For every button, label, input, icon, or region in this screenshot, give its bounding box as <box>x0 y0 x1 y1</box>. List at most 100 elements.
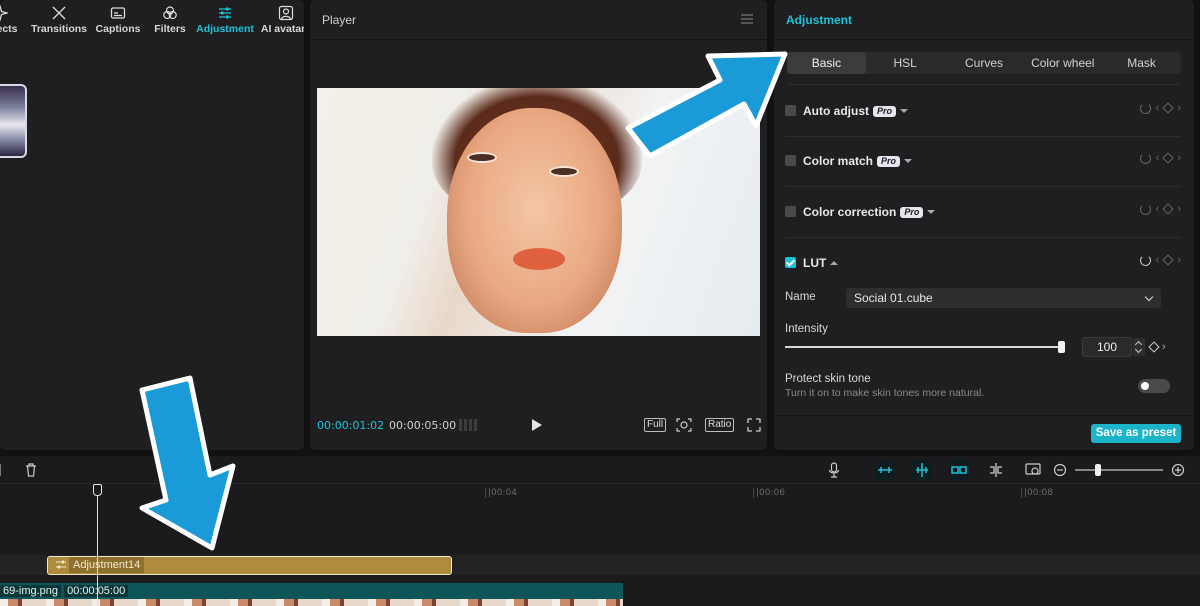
video-preview <box>317 88 760 336</box>
next-keyframe-icon[interactable]: › <box>1177 152 1181 164</box>
keyframe-icon[interactable] <box>1162 102 1174 114</box>
play-button[interactable] <box>532 419 542 431</box>
lut-name-label: Name <box>785 291 816 303</box>
color-correction-label[interactable]: Color correction Pro <box>803 205 936 219</box>
prev-keyframe-icon[interactable]: ‹ <box>1156 152 1160 164</box>
tab-mask[interactable]: Mask <box>1102 52 1181 74</box>
captions-icon <box>110 7 126 19</box>
color-match-row: Color match Pro ‹ › <box>785 137 1181 187</box>
keyframe-icon[interactable] <box>1148 341 1160 353</box>
adjustment-header: Adjustment <box>774 0 1194 40</box>
reset-icon[interactable] <box>1139 102 1151 114</box>
adjustment-preset-thumbnail[interactable] <box>0 84 27 158</box>
player-header: Player <box>310 0 767 40</box>
fullscreen-icon[interactable] <box>747 418 761 432</box>
tab-hsl[interactable]: HSL <box>866 52 945 74</box>
crop-icon[interactable] <box>676 418 692 432</box>
sparkle-icon <box>0 5 8 21</box>
adjustment-tabs: Basic HSL Curves Color wheel Mask <box>787 52 1181 74</box>
ratio-button[interactable]: Ratio <box>705 418 735 432</box>
tab-curves[interactable]: Curves <box>945 52 1024 74</box>
tab-transitions[interactable]: Transitions <box>28 0 90 40</box>
auto-adjust-checkbox[interactable] <box>785 105 796 116</box>
adjustment-clip-label: Adjustment14 <box>69 557 145 573</box>
keyframe-icon[interactable] <box>1162 254 1174 266</box>
keyframe-icon[interactable] <box>1162 203 1174 215</box>
protect-skin-tone-toggle[interactable] <box>1138 379 1170 393</box>
color-correction-checkbox[interactable] <box>785 206 796 217</box>
microphone-icon[interactable] <box>824 460 844 480</box>
chevron-down-icon <box>904 159 913 163</box>
video-clip-thumbnails <box>0 599 623 606</box>
filters-icon <box>163 6 177 20</box>
menu-icon[interactable] <box>741 14 753 24</box>
time-ruler[interactable]: |00:04 |00:06 |00:08 <box>0 484 1200 504</box>
asset-toolbar: Effects Transitions Captions Filters Adj… <box>0 0 304 40</box>
color-match-checkbox[interactable] <box>785 155 796 166</box>
lut-checkbox[interactable] <box>785 257 796 268</box>
zoom-in-icon[interactable] <box>1168 460 1188 480</box>
tab-ai-avatars[interactable]: AI avatars <box>256 0 304 40</box>
delete-icon[interactable] <box>21 460 41 480</box>
reset-icon[interactable] <box>1139 152 1151 164</box>
intensity-keyframe-controls: › <box>1148 341 1166 353</box>
intensity-input[interactable]: 100 <box>1082 337 1132 357</box>
zoom-slider[interactable] <box>1075 469 1163 471</box>
tab-color-wheel[interactable]: Color wheel <box>1023 52 1102 74</box>
tab-transitions-label: Transitions <box>30 23 87 35</box>
chevron-down-icon <box>900 109 909 113</box>
tab-filters[interactable]: Filters <box>146 0 194 40</box>
tab-adjustment[interactable]: Adjustment <box>194 0 256 40</box>
next-keyframe-icon[interactable]: › <box>1177 102 1181 114</box>
lut-name-select[interactable]: Social 01.cube <box>846 288 1161 308</box>
link-clips-icon[interactable] <box>949 460 969 480</box>
main-track-magnet-icon[interactable] <box>875 460 895 480</box>
full-quality-button[interactable]: Full <box>644 418 667 432</box>
playhead-handle[interactable] <box>93 484 102 496</box>
color-match-label[interactable]: Color match Pro <box>803 154 913 168</box>
intensity-slider[interactable] <box>785 346 1062 348</box>
zoom-out-icon[interactable] <box>1050 460 1070 480</box>
next-keyframe-icon[interactable]: › <box>1162 341 1166 353</box>
tab-basic[interactable]: Basic <box>787 52 866 74</box>
keyframe-controls: ‹ › <box>1139 102 1181 114</box>
tab-captions[interactable]: Captions <box>90 0 146 40</box>
keyframe-icon[interactable] <box>1162 152 1174 164</box>
waveform-icon <box>459 419 479 431</box>
auto-snap-icon[interactable] <box>912 460 932 480</box>
timeline-toolbar <box>0 456 1200 484</box>
playhead-line <box>97 496 98 606</box>
prev-keyframe-icon[interactable]: ‹ <box>1156 102 1160 114</box>
left-media-panel: Effects Transitions Captions Filters Adj… <box>0 0 304 450</box>
auto-adjust-label[interactable]: Auto adjust Pro <box>803 104 909 118</box>
adjustment-footer-divider <box>774 415 1194 416</box>
avatar-icon <box>278 5 294 21</box>
keyframe-controls: ‹ › <box>1139 152 1181 164</box>
tab-effects[interactable]: Effects <box>0 0 28 40</box>
preview-axis-icon[interactable] <box>986 460 1006 480</box>
tick-00-08: |00:08 <box>1021 488 1053 498</box>
reset-icon[interactable] <box>1139 254 1151 266</box>
split-icon[interactable] <box>0 460 10 480</box>
prev-keyframe-icon[interactable]: ‹ <box>1156 203 1160 215</box>
next-keyframe-icon[interactable]: › <box>1177 203 1181 215</box>
screen-record-icon[interactable] <box>1023 460 1043 480</box>
transition-icon <box>52 6 66 20</box>
video-clip-info: 69-img.png 00:00:05:00 <box>0 585 129 597</box>
color-correction-row: Color correction Pro ‹ › <box>785 188 1181 238</box>
adjustment-clip[interactable]: Adjustment14 <box>47 556 452 575</box>
reset-icon[interactable] <box>1139 203 1151 215</box>
adjustment-title: Adjustment <box>786 13 852 27</box>
intensity-stepper[interactable] <box>1133 338 1145 356</box>
zoom-slider-handle[interactable] <box>1095 464 1101 476</box>
prev-keyframe-icon[interactable]: ‹ <box>1156 254 1160 266</box>
chevron-down-icon <box>1144 292 1154 302</box>
lut-label[interactable]: LUT <box>803 256 839 270</box>
sliders-icon <box>219 7 231 19</box>
preview-lips <box>513 248 565 270</box>
auto-adjust-row: Auto adjust Pro ‹ › <box>785 87 1181 137</box>
intensity-slider-handle[interactable] <box>1058 341 1065 353</box>
pro-badge: Pro <box>877 156 901 167</box>
save-as-preset-button[interactable]: Save as preset <box>1091 424 1181 443</box>
next-keyframe-icon[interactable]: › <box>1177 254 1181 266</box>
